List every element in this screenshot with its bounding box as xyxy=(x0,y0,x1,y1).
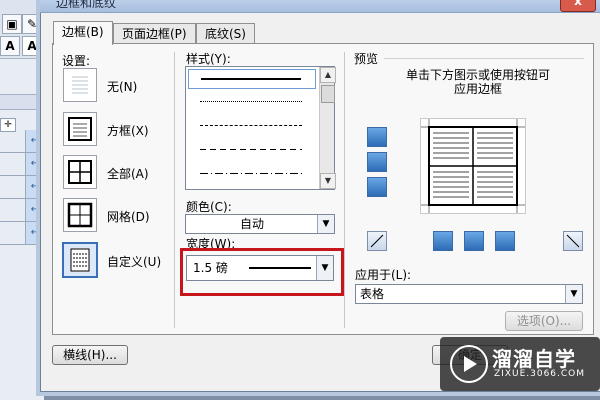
preview-group-line xyxy=(384,58,584,59)
line-style-solid[interactable] xyxy=(188,69,316,89)
width-line-sample xyxy=(249,267,311,269)
border-right-button[interactable] xyxy=(495,231,515,251)
preset-none-icon[interactable] xyxy=(63,68,97,102)
scroll-down-icon[interactable]: ▼ xyxy=(320,173,336,189)
border-left-button[interactable] xyxy=(433,231,453,251)
watermark-logo-icon xyxy=(450,345,488,383)
options-button[interactable]: 选项(O)... xyxy=(505,311,583,331)
paste-icon[interactable]: ▣ xyxy=(2,14,22,34)
settings-heading: 设置: xyxy=(62,54,91,68)
preview-canvas[interactable] xyxy=(420,118,526,214)
preset-all-label[interactable]: 全部(A) xyxy=(107,165,149,182)
preset-all-icon[interactable] xyxy=(63,155,97,189)
line-style-dotted[interactable] xyxy=(200,101,302,102)
border-inside-vertical-button[interactable] xyxy=(464,231,484,251)
preview-hint: 单击下方图示或使用按钮可 应用边框 xyxy=(405,68,550,96)
watermark-url: ZIXUE.3066.COM xyxy=(494,369,586,379)
horizontal-line-button[interactable]: 横线(H)... xyxy=(52,345,128,365)
preset-grid-icon[interactable] xyxy=(63,198,97,232)
scroll-thumb[interactable] xyxy=(321,85,335,103)
chevron-down-icon[interactable]: ▼ xyxy=(316,256,333,280)
doc-table: ↵ ↵ ↵ ↵ ↵ xyxy=(0,130,45,266)
tab-borders[interactable]: 边框(B) xyxy=(53,21,113,45)
chevron-down-icon[interactable]: ▼ xyxy=(565,285,582,303)
line-style-dashed-short[interactable] xyxy=(200,125,302,126)
tab-page-border[interactable]: 页面边框(P) xyxy=(113,23,196,44)
style-heading: 样式(Y): xyxy=(186,52,231,66)
width-value: 1.5 磅 xyxy=(193,261,228,275)
border-inside-horizontal-button[interactable] xyxy=(367,152,387,172)
scroll-up-icon[interactable]: ▲ xyxy=(320,67,336,83)
apply-to-label: 应用于(L): xyxy=(355,268,412,282)
watermark-brand: 溜溜自学 xyxy=(492,347,576,371)
width-select[interactable]: 1.5 磅 ▼ xyxy=(186,255,334,281)
dialog-titlebar[interactable] xyxy=(40,0,600,13)
preset-custom-label[interactable]: 自定义(U) xyxy=(107,253,161,270)
apply-to-value: 表格 xyxy=(360,287,385,301)
chevron-down-icon[interactable]: ▼ xyxy=(317,215,334,233)
font-color-icon[interactable]: A xyxy=(22,36,42,56)
style-scrollbar[interactable]: ▲ ▼ xyxy=(319,67,336,189)
preset-grid-label[interactable]: 网格(D) xyxy=(107,208,150,225)
border-bottom-button[interactable] xyxy=(367,177,387,197)
style-listbox[interactable]: ▲ ▼ xyxy=(185,66,336,190)
color-value: 自动 xyxy=(239,217,264,231)
preview-heading: 预览 xyxy=(354,52,379,66)
format-painter-icon[interactable]: ✎ xyxy=(22,14,42,34)
close-button[interactable]: x xyxy=(560,0,596,12)
apply-to-select[interactable]: 表格 ▼ xyxy=(355,284,583,304)
divider xyxy=(174,52,175,328)
diagonal-down-button[interactable] xyxy=(367,231,387,251)
preset-box-icon[interactable] xyxy=(63,112,97,146)
diagonal-up-button[interactable] xyxy=(563,231,583,251)
font-size-icon[interactable]: A xyxy=(0,36,20,56)
line-style-dash-dot[interactable] xyxy=(200,173,302,174)
preset-custom-icon[interactable] xyxy=(62,242,98,278)
divider xyxy=(344,52,345,328)
dialog-title: 边框和底纹 xyxy=(56,0,117,10)
tab-shading[interactable]: 底纹(S) xyxy=(196,23,255,44)
preset-none-label[interactable]: 无(N) xyxy=(107,78,137,95)
preset-box-label[interactable]: 方框(X) xyxy=(107,122,149,139)
ruler xyxy=(0,94,44,110)
line-style-dashed[interactable] xyxy=(200,149,302,150)
watermark: 溜溜自学 ZIXUE.3066.COM xyxy=(440,337,600,391)
border-top-button[interactable] xyxy=(367,127,387,147)
color-select[interactable]: 自动 ▼ xyxy=(185,214,335,234)
color-label: 颜色(C): xyxy=(186,200,232,214)
